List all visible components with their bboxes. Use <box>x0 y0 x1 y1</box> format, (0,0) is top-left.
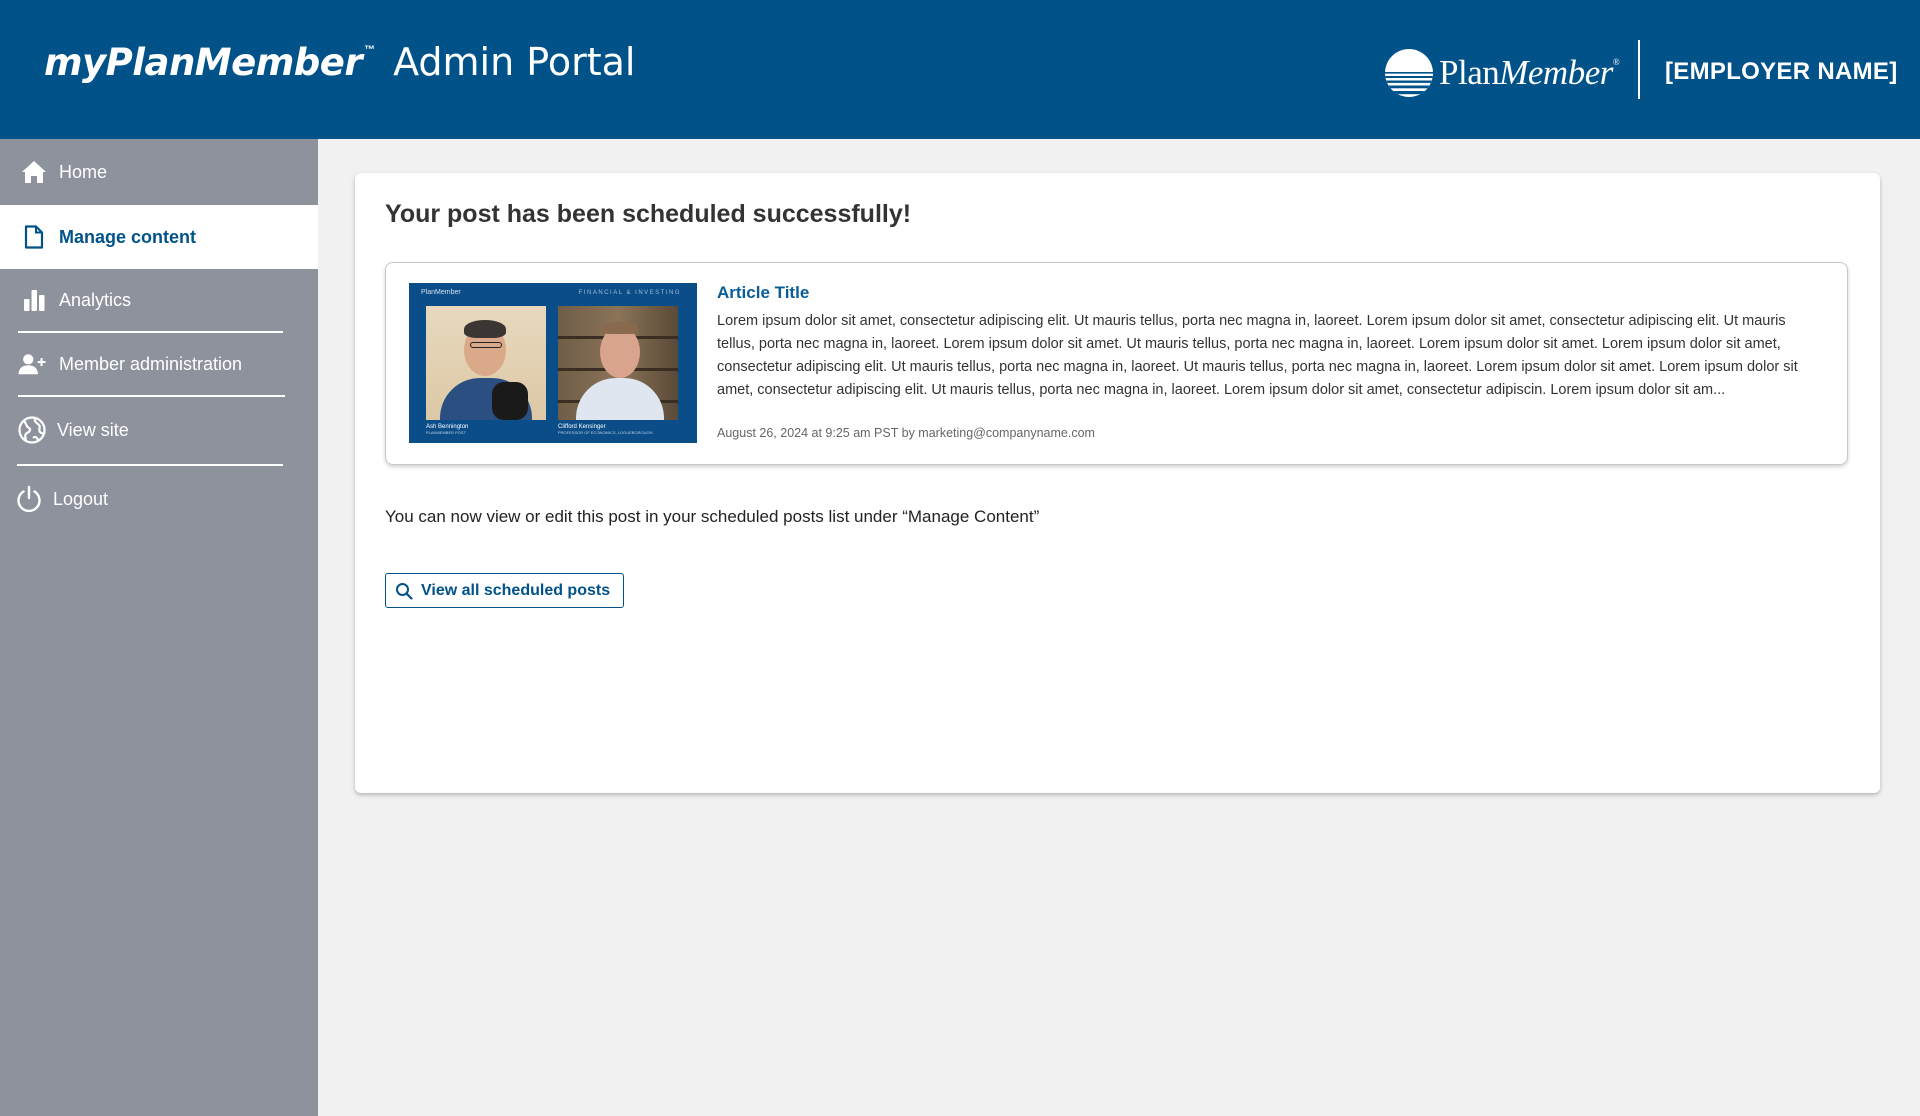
app-name: myPlanMember <box>44 41 363 84</box>
header-divider <box>1638 40 1640 99</box>
thumbnail-tag: FINANCIAL & INVESTING <box>578 290 681 296</box>
sidebar-item-label: Member administration <box>59 353 243 374</box>
sidebar-item-label: View site <box>57 419 129 440</box>
sidebar-item-label: Home <box>59 161 108 182</box>
thumbnail-person-right <box>558 306 678 420</box>
app-brand: myPlanMember ™ Admin Portal <box>44 40 635 84</box>
article-meta: August 26, 2024 at 9:25 am PST by market… <box>717 426 1095 440</box>
sidebar-item-home[interactable]: Home <box>0 139 318 205</box>
planmember-wordmark: PlanMember® <box>1439 53 1620 92</box>
bar-chart-icon <box>20 286 48 314</box>
thumbnail-person-left <box>426 306 546 420</box>
article-preview-card: PlanMember FINANCIAL & INVESTING Ash Ben… <box>385 262 1848 465</box>
trademark-mark: ™ <box>364 44 376 56</box>
content-panel: Your post has been scheduled successfull… <box>355 173 1880 793</box>
article-thumbnail: PlanMember FINANCIAL & INVESTING Ash Ben… <box>409 283 697 443</box>
sidebar-item-view-site[interactable]: View site <box>0 397 318 463</box>
sidebar-item-label: Analytics <box>59 289 132 310</box>
thumbnail-caption-left: Ash Bennington PLANMEMBER POST <box>426 424 469 435</box>
home-icon <box>20 158 48 186</box>
add-user-icon <box>18 350 46 378</box>
globe-icon <box>18 416 46 444</box>
sidebar-nav: Home Manage content Analytics Member adm… <box>0 139 318 1116</box>
sidebar-item-logout[interactable]: Logout <box>0 466 318 532</box>
sidebar-item-label: Manage content <box>59 226 197 247</box>
view-all-scheduled-posts-button[interactable]: View all scheduled posts <box>385 573 624 608</box>
view-all-scheduled-posts-label: View all scheduled posts <box>421 581 611 599</box>
power-icon <box>15 485 43 513</box>
document-icon <box>20 223 48 251</box>
employer-name: [EMPLOYER NAME] <box>1665 58 1898 85</box>
thumbnail-caption-right: Clifford Kensinger PROFESSOR OF ECONOMIC… <box>558 424 653 435</box>
article-excerpt: Lorem ipsum dolor sit amet, consectetur … <box>717 313 1798 398</box>
planmember-globe-icon <box>1385 49 1433 97</box>
article-title[interactable]: Article Title <box>717 283 809 303</box>
sidebar-item-analytics[interactable]: Analytics <box>0 269 318 331</box>
portal-name: Admin Portal <box>393 40 636 84</box>
info-text: You can now view or edit this post in yo… <box>385 507 1040 526</box>
sidebar-item-member-administration[interactable]: Member administration <box>0 333 318 395</box>
top-header: myPlanMember ™ Admin Portal PlanMember® … <box>0 0 1920 139</box>
sidebar-item-manage-content[interactable]: Manage content <box>0 205 318 269</box>
planmember-logo: PlanMember® <box>1384 48 1620 98</box>
sidebar-item-label: Logout <box>53 488 109 509</box>
search-icon <box>395 582 413 600</box>
thumbnail-brand: PlanMember <box>421 289 461 296</box>
page-title: Your post has been scheduled successfull… <box>385 200 912 228</box>
